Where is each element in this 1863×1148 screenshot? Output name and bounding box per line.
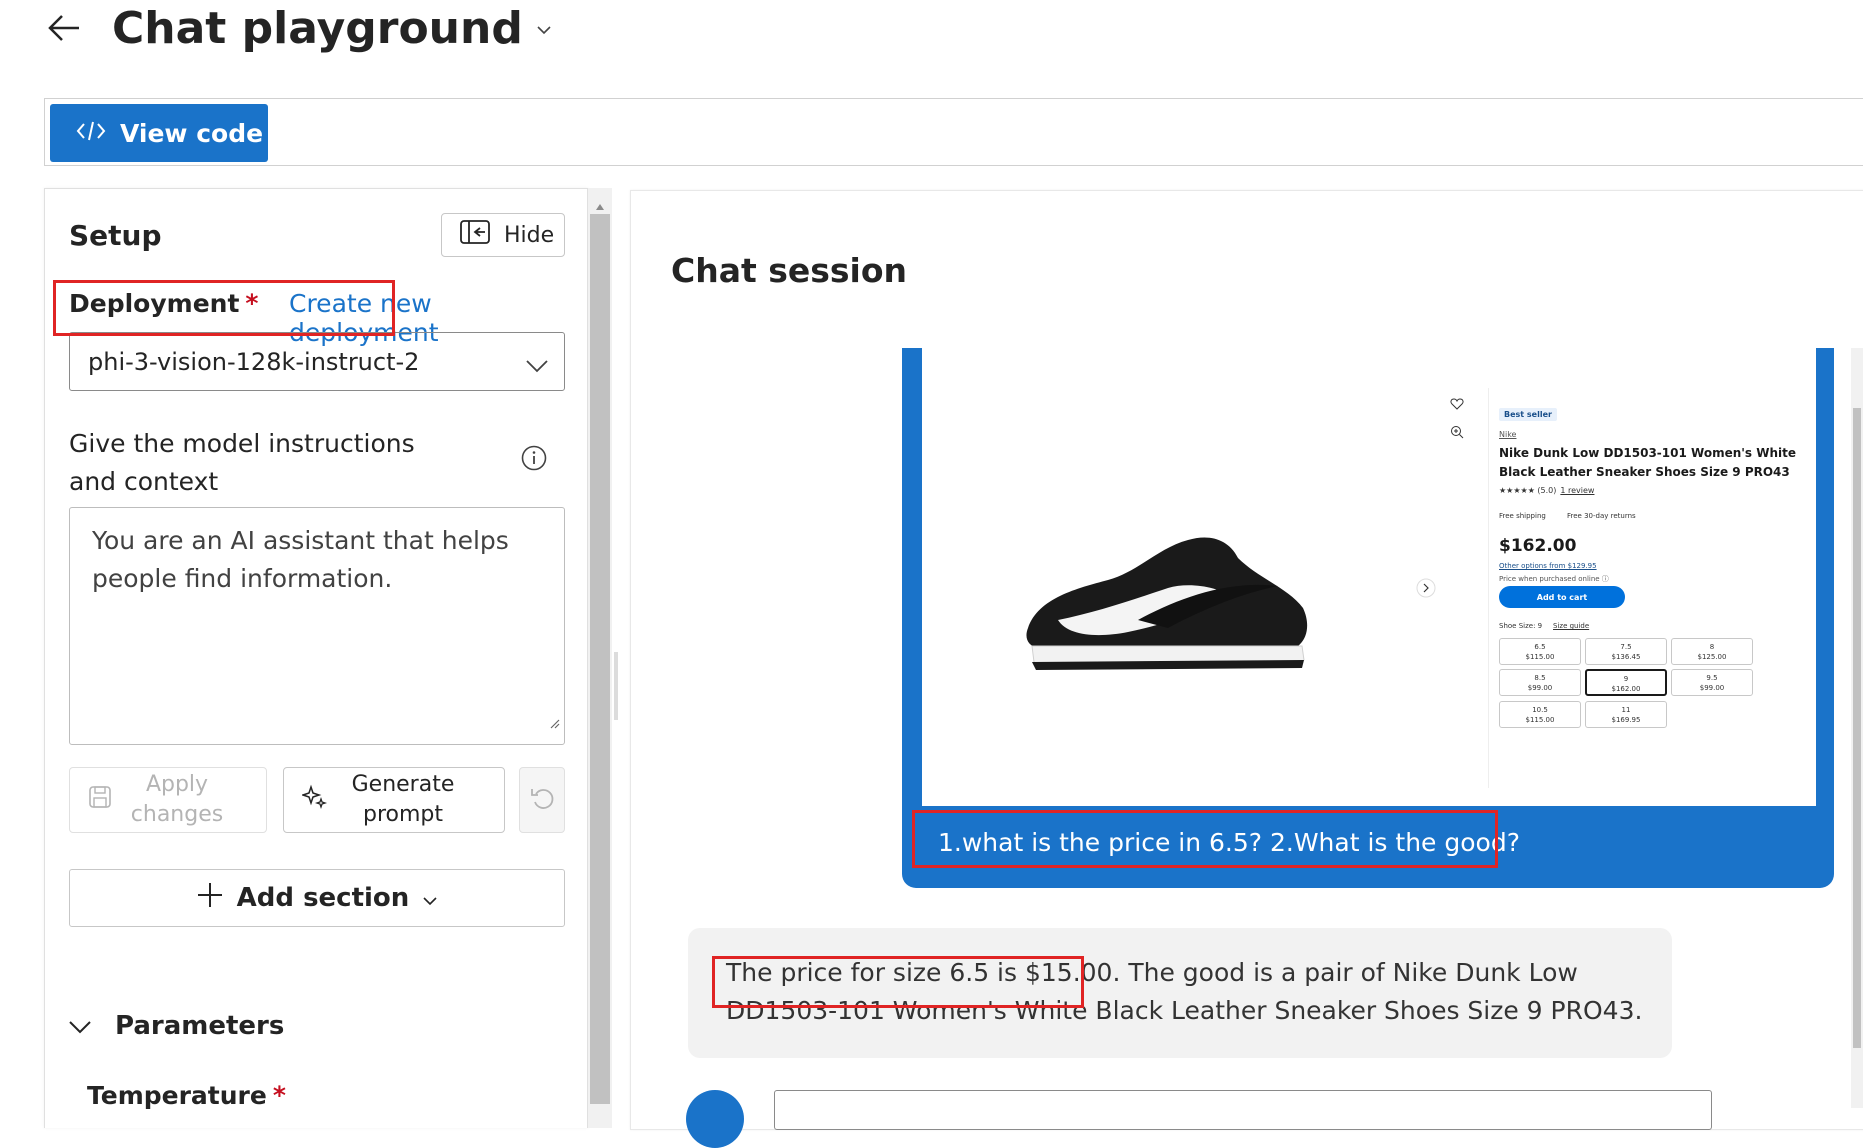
brand-link[interactable]: Nike	[1499, 430, 1516, 439]
product-screenshot-image: Best seller Nike Nike Dunk Low DD1503-10…	[922, 348, 1816, 806]
temperature-label-text: Temperature	[87, 1081, 267, 1110]
returns-info: Free 30-day returns	[1567, 512, 1636, 520]
view-code-button[interactable]: View code	[50, 104, 268, 162]
size-value: 9	[1623, 675, 1629, 683]
add-section-button[interactable]: Add section	[69, 869, 565, 927]
generate-prompt-button[interactable]: Generate prompt	[283, 767, 505, 833]
deployment-highlight-box	[53, 280, 395, 336]
temperature-label: Temperature *	[87, 1081, 286, 1110]
scrollbar-thumb[interactable]	[590, 214, 610, 1104]
chevron-down-icon	[526, 351, 548, 379]
panel-splitter[interactable]	[614, 652, 618, 720]
size-option[interactable]: 7.5 $136.45	[1585, 638, 1667, 665]
system-message-text: You are an AI assistant that helps peopl…	[92, 526, 509, 593]
undo-button[interactable]	[519, 767, 565, 833]
size-value: 9.5	[1706, 674, 1718, 682]
shoe-size-label: Shoe Size: 9	[1499, 622, 1543, 630]
assistant-message-bubble: The price for size 6.5 is $15.00. The go…	[688, 928, 1672, 1058]
size-price: $169.95	[1611, 716, 1641, 724]
size-price: $115.00	[1525, 653, 1555, 661]
size-value: 10.5	[1532, 706, 1548, 714]
chevron-down-icon[interactable]	[537, 20, 553, 36]
hide-label: Hide	[504, 222, 555, 248]
answer-highlight-box	[712, 956, 1084, 1008]
question-highlight-box	[912, 810, 1498, 868]
chat-title: Chat session	[671, 251, 908, 290]
save-icon	[88, 785, 112, 815]
chevron-down-icon	[423, 883, 437, 913]
size-guide-link[interactable]: Size guide	[1553, 622, 1589, 630]
page-title: Chat playground	[112, 2, 523, 54]
size-price: $136.45	[1611, 653, 1641, 661]
add-to-cart-button[interactable]: Add to cart	[1499, 586, 1625, 608]
price-note: Price when purchased online ⓘ	[1499, 575, 1609, 583]
setup-scrollbar[interactable]	[588, 188, 612, 1128]
view-code-label: View code	[120, 118, 264, 148]
apply-changes-label: Apply changes	[130, 772, 224, 827]
size-option[interactable]: 10.5 $115.00	[1499, 701, 1581, 728]
sparkle-icon	[300, 784, 328, 816]
size-price: $99.00	[1699, 684, 1725, 692]
toolbar: View code	[44, 98, 1863, 166]
avatar	[686, 1090, 744, 1148]
parameters-toggle[interactable]: Parameters	[69, 1011, 284, 1041]
rating-stars: ★★★★★ (5.0)	[1499, 486, 1557, 495]
code-icon	[76, 120, 106, 146]
deployment-select[interactable]: phi-3-vision-128k-instruct-2	[69, 332, 565, 391]
size-option[interactable]: 11 $169.95	[1585, 701, 1667, 728]
resize-grip-icon[interactable]	[548, 702, 560, 740]
best-seller-badge: Best seller	[1499, 408, 1557, 421]
generate-prompt-label: Generate prompt	[351, 772, 455, 827]
size-value: 8	[1709, 643, 1715, 651]
size-option[interactable]: 6.5 $115.00	[1499, 638, 1581, 665]
user-message-bubble: Best seller Nike Nike Dunk Low DD1503-10…	[902, 348, 1834, 888]
setup-panel: Setup Hide Deployment * Create new deploy…	[44, 188, 588, 1128]
size-price: $162.00	[1611, 685, 1641, 693]
rating: ★★★★★ (5.0) 1 review	[1499, 486, 1594, 495]
back-arrow-icon[interactable]	[48, 10, 84, 46]
info-icon[interactable]	[521, 445, 547, 475]
size-option[interactable]: 8 $125.00	[1671, 638, 1753, 665]
size-option[interactable]: 9.5 $99.00	[1671, 669, 1753, 696]
instructions-label: Give the model instructions and context	[69, 429, 415, 496]
plus-icon	[197, 882, 223, 915]
hide-panel-icon	[460, 220, 490, 250]
product-price: $162.00	[1499, 536, 1577, 556]
size-value: 11	[1621, 706, 1631, 714]
size-value: 7.5	[1620, 643, 1632, 651]
apply-changes-button[interactable]: Apply changes	[69, 767, 267, 833]
zoom-icon[interactable]	[1450, 424, 1464, 443]
size-option[interactable]: 8.5 $99.00	[1499, 669, 1581, 696]
scrollbar-thumb[interactable]	[1853, 408, 1861, 1048]
sneaker-image	[1026, 537, 1308, 670]
scroll-up-icon[interactable]	[595, 196, 605, 215]
size-price: $115.00	[1525, 716, 1555, 724]
add-section-label: Add section	[236, 883, 410, 913]
heart-icon[interactable]	[1450, 396, 1464, 415]
undo-icon	[529, 785, 555, 815]
size-price: $125.00	[1697, 653, 1727, 661]
required-mark: *	[272, 1081, 286, 1110]
reviews-link[interactable]: 1 review	[1560, 486, 1594, 495]
size-value: 8.5	[1534, 674, 1546, 682]
deployment-value: phi-3-vision-128k-instruct-2	[88, 347, 420, 376]
setup-title: Setup	[69, 219, 162, 252]
other-options-link[interactable]: Other options from $129.95	[1499, 562, 1597, 570]
chat-input[interactable]	[774, 1090, 1712, 1130]
product-title: Nike Dunk Low DD1503-101 Women's White B…	[1499, 446, 1797, 479]
size-price: $99.00	[1527, 684, 1553, 692]
size-value: 6.5	[1534, 643, 1546, 651]
chat-scrollbar[interactable]	[1851, 348, 1863, 1108]
size-option-selected[interactable]: 9 $162.00	[1585, 669, 1667, 696]
system-message-textarea[interactable]: You are an AI assistant that helps peopl…	[69, 507, 565, 745]
hide-button[interactable]: Hide	[441, 213, 565, 257]
parameters-label: Parameters	[115, 1011, 285, 1041]
chevron-down-icon	[69, 1011, 91, 1041]
page-header: Chat playground	[48, 0, 553, 56]
product-card: Best seller Nike Nike Dunk Low DD1503-10…	[1488, 388, 1810, 788]
shipping-info: Free shipping	[1499, 512, 1546, 520]
chevron-right-icon[interactable]	[1416, 578, 1436, 602]
